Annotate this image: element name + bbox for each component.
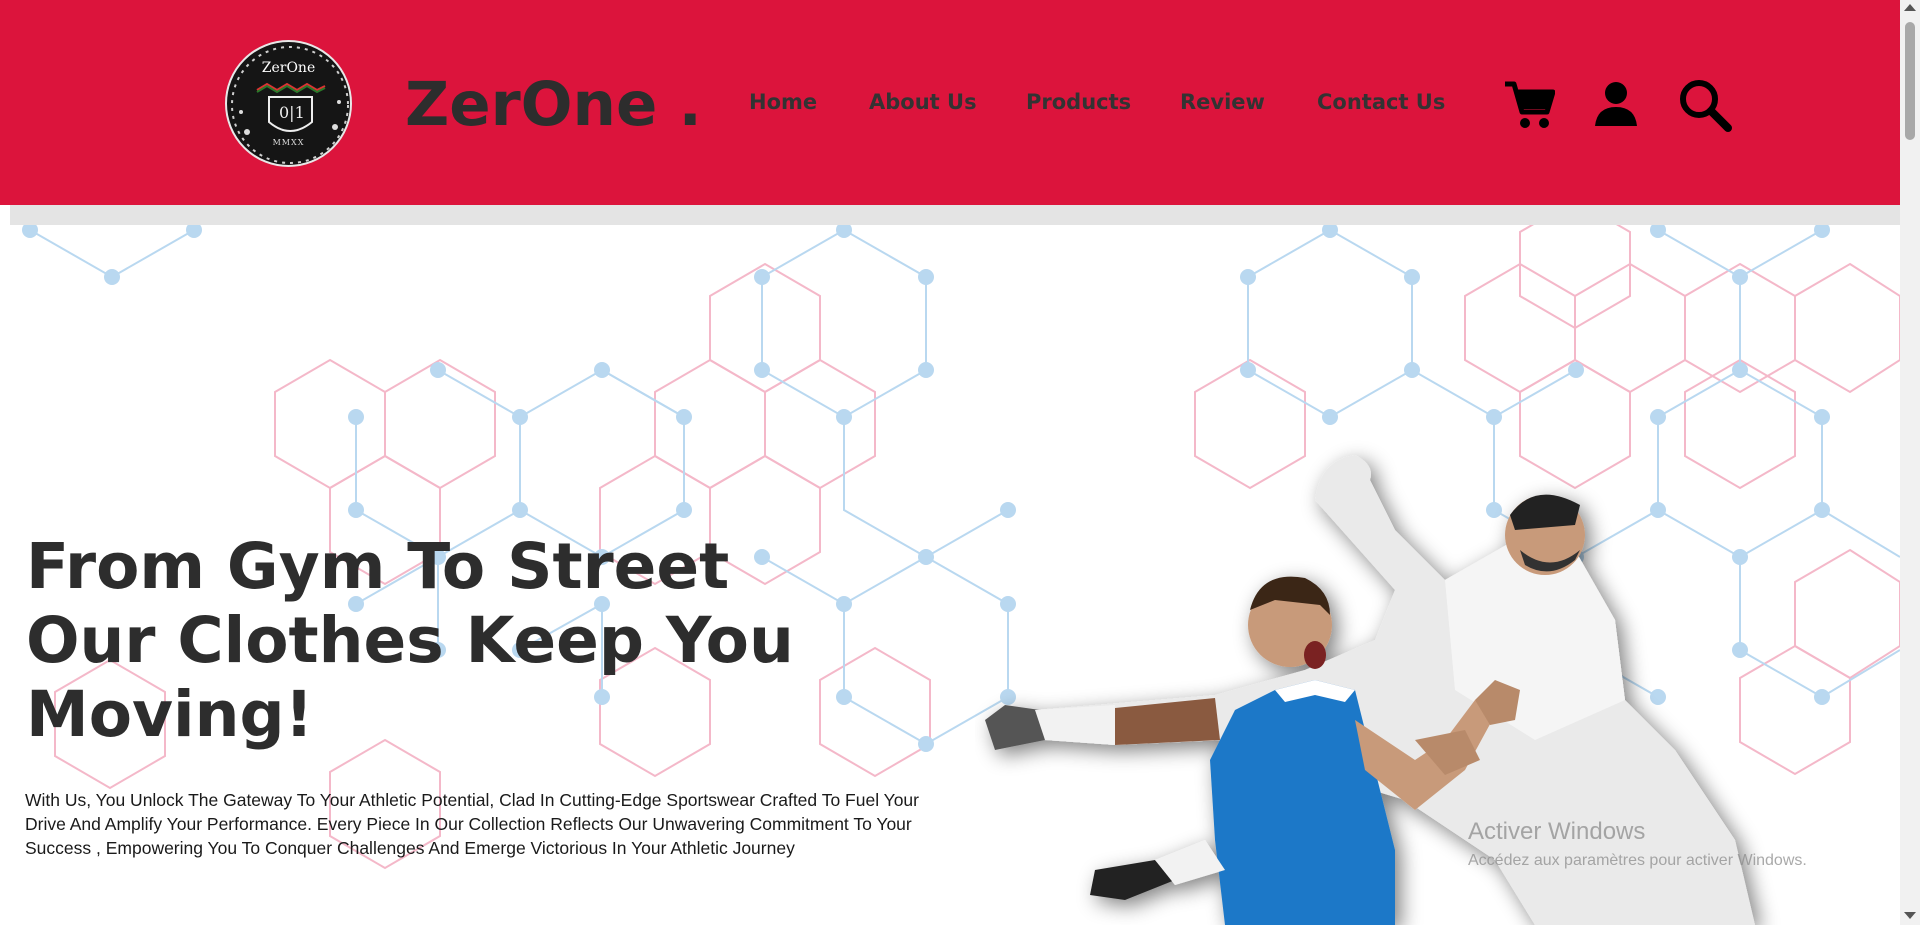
cart-icon[interactable]: [1503, 80, 1556, 134]
windows-activation-watermark: Activer Windows Accédez aux paramètres p…: [1468, 818, 1807, 870]
hero-title-line-2: Our Clothes Keep You: [26, 604, 794, 677]
nav-review[interactable]: Review: [1180, 90, 1265, 114]
nav-home[interactable]: Home: [749, 90, 817, 114]
watermark-subtitle: Accédez aux paramètres pour activer Wind…: [1468, 852, 1807, 869]
scrollbar-thumb[interactable]: [1905, 22, 1915, 140]
hero-title-line-1: From Gym To Street: [26, 530, 730, 603]
svg-text:0|1: 0|1: [279, 103, 305, 122]
header-divider: [10, 205, 1900, 225]
scroll-up-arrow-icon[interactable]: [1904, 4, 1916, 11]
logo-subtitle: MMXX: [272, 138, 305, 147]
brand-name[interactable]: ZerOne .: [405, 68, 702, 142]
hero-title: From Gym To Street Our Clothes Keep You …: [26, 530, 794, 752]
scroll-down-arrow-icon[interactable]: [1904, 912, 1916, 919]
nav-contact-us[interactable]: Contact Us: [1317, 90, 1445, 114]
hero-description: With Us, You Unlock The Gateway To Your …: [25, 790, 919, 858]
nav-about-us[interactable]: About Us: [869, 90, 977, 114]
brand-logo[interactable]: 0|1 ZerOne MMXX: [225, 40, 352, 167]
nav-products[interactable]: Products: [1026, 90, 1131, 114]
watermark-title: Activer Windows: [1468, 818, 1646, 845]
logo-name: ZerOne: [261, 60, 316, 76]
user-icon[interactable]: [1594, 81, 1638, 131]
page-scrollbar[interactable]: [1900, 0, 1920, 925]
site-header: 0|1 ZerOne MMXX ZerOne . Home About Us P…: [0, 0, 1900, 205]
hero-title-line-3: Moving!: [26, 678, 314, 751]
search-icon[interactable]: [1678, 78, 1732, 136]
